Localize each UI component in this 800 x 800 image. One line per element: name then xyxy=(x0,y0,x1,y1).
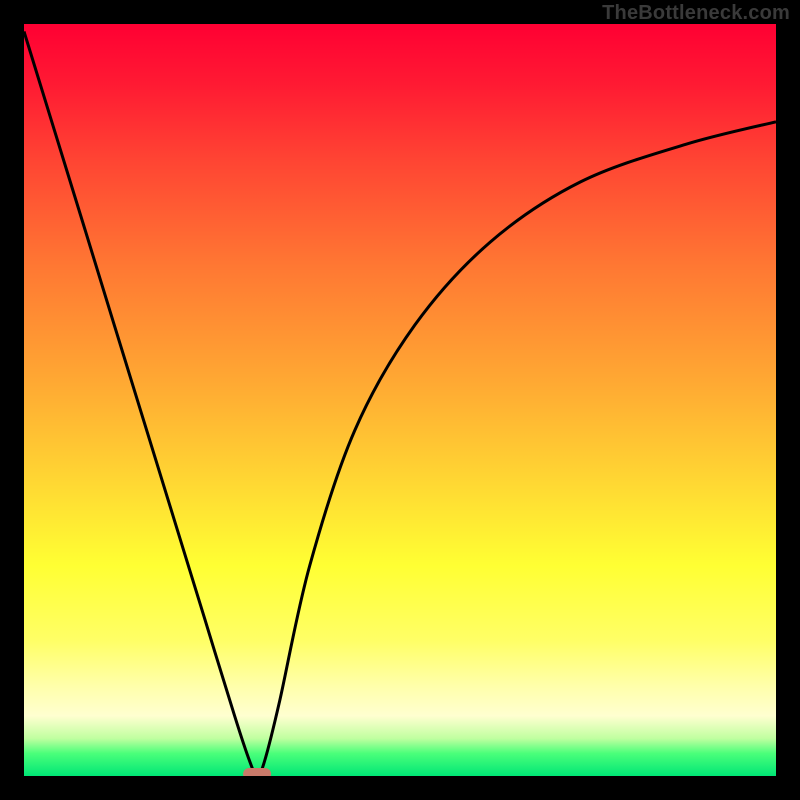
watermark-text: TheBottleneck.com xyxy=(602,2,790,25)
min-marker xyxy=(243,768,271,776)
plot-area xyxy=(24,24,776,776)
bottleneck-curve xyxy=(24,32,776,777)
chart-svg xyxy=(24,24,776,776)
chart-frame: TheBottleneck.com xyxy=(0,0,800,800)
